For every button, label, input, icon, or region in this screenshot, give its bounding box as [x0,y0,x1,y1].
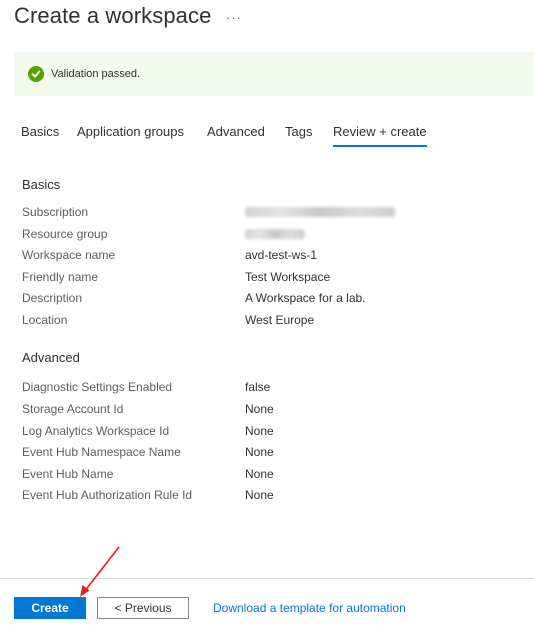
row-label: Diagnostic Settings Enabled [22,380,173,394]
row-value: avd-test-ws-1 [245,248,318,262]
summary-row: Friendly name Test Workspace [22,270,522,290]
row-value: A Workspace for a lab. [245,291,366,305]
row-label: Event Hub Authorization Rule Id [22,488,193,502]
row-value: None [245,467,274,481]
tab-advanced[interactable]: Advanced [207,124,265,139]
row-label: Location [22,313,68,327]
row-value: false [245,380,271,394]
row-value: None [245,488,274,502]
previous-button[interactable]: < Previous [97,597,189,619]
tab-tags[interactable]: Tags [285,124,312,139]
check-circle-icon [28,66,44,82]
tab-bar: Basics Application groups Advanced Tags … [0,124,534,154]
more-options-button[interactable]: ··· [226,10,242,25]
basics-section-title: Basics [22,177,61,192]
summary-row: Location West Europe [22,313,522,333]
download-template-link[interactable]: Download a template for automation [213,601,406,615]
row-label: Description [22,291,83,305]
footer-divider [0,578,534,579]
row-label: Storage Account Id [22,402,124,416]
row-label: Log Analytics Workspace Id [22,424,170,438]
summary-row: Log Analytics Workspace Id None [22,424,522,444]
row-label: Friendly name [22,270,99,284]
summary-row: Diagnostic Settings Enabled false [22,380,522,400]
row-label: Workspace name [22,248,116,262]
validation-banner: Validation passed. [14,52,534,96]
row-value: Test Workspace [245,270,331,284]
summary-row: Subscription [22,205,522,225]
row-value: None [245,402,274,416]
row-value: None [245,424,274,438]
create-button[interactable]: Create [14,597,86,619]
summary-row: Event Hub Name None [22,467,522,487]
row-value: None [245,445,274,459]
advanced-section-title: Advanced [22,350,80,365]
redacted-subscription-value [245,207,395,217]
validation-message: Validation passed. [51,68,141,80]
redacted-resource-group-value [245,229,305,239]
tab-basics[interactable]: Basics [21,124,59,139]
tab-application-groups[interactable]: Application groups [77,124,184,139]
row-label: Event Hub Name [22,467,114,481]
summary-row: Storage Account Id None [22,402,522,422]
summary-row: Resource group [22,227,522,247]
row-label: Resource group [22,227,108,241]
summary-row: Event Hub Namespace Name None [22,445,522,465]
row-label: Event Hub Namespace Name [22,445,181,459]
row-label: Subscription [22,205,89,219]
summary-row: Event Hub Authorization Rule Id None [22,488,522,508]
summary-row: Description A Workspace for a lab. [22,291,522,311]
tab-review-create[interactable]: Review + create [333,124,427,147]
row-value: West Europe [245,313,315,327]
summary-row: Workspace name avd-test-ws-1 [22,248,522,268]
page-title: Create a workspace [14,3,212,28]
